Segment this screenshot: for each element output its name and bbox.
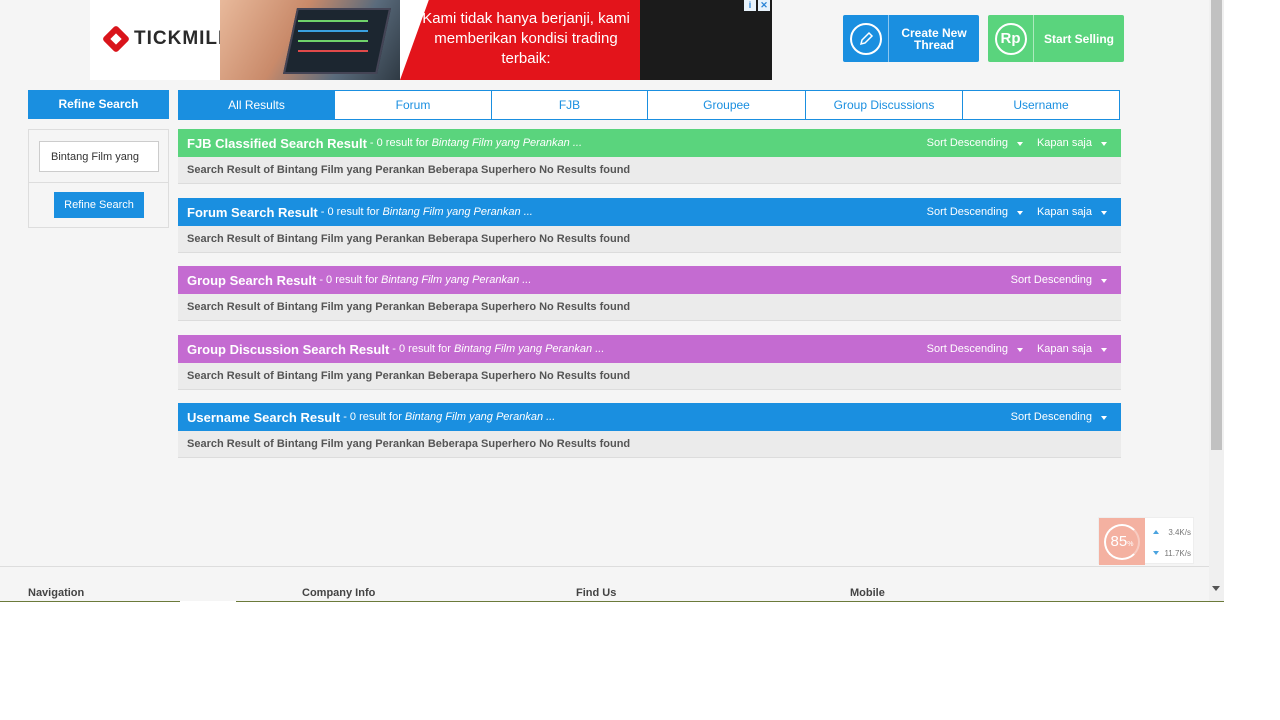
caret-down-icon — [1101, 278, 1107, 283]
tab-username[interactable]: Username — [963, 90, 1120, 120]
group-result-section: Group Search Result - 0 result for Binta… — [178, 266, 1121, 321]
ad-info-icon[interactable]: i — [744, 0, 756, 11]
footer-company-info: Company Info — [302, 587, 376, 599]
footer-mobile: Mobile — [850, 587, 885, 599]
result-count: - 0 result for — [392, 343, 451, 355]
sort-label: Sort Descending — [926, 137, 1008, 149]
cpu-gauge: 85% — [1099, 518, 1145, 565]
refine-search-input[interactable] — [39, 141, 159, 172]
result-count: - 0 result for — [320, 206, 380, 218]
result-title: Group Discussion Search Result — [187, 341, 390, 357]
tab-group-discussions[interactable]: Group Discussions — [806, 90, 963, 120]
result-query: Bintang Film yang Perankan ... — [453, 343, 605, 355]
tab-groupee[interactable]: Groupee — [648, 90, 806, 120]
result-query: Bintang Film yang Perankan ... — [382, 206, 533, 218]
tab-forum[interactable]: Forum — [335, 90, 492, 120]
ad-choices: i ✕ — [744, 0, 770, 11]
caret-down-icon — [1016, 347, 1023, 352]
caret-down-icon — [1101, 210, 1107, 215]
result-query: Bintang Film yang Perankan ... — [431, 137, 583, 149]
create-thread-label: Create New Thread — [901, 25, 967, 52]
result-body: Search Result of Bintang Film yang Peran… — [178, 431, 1121, 458]
refine-search-panel: Refine Search — [28, 129, 169, 228]
time-label: Kapan saja — [1036, 137, 1092, 149]
start-selling-button[interactable]: Rp Start Selling — [988, 15, 1124, 62]
caret-down-icon — [1101, 415, 1107, 420]
start-selling-label: Start Selling — [1043, 31, 1114, 46]
ad-logo: TICKMILL — [101, 24, 231, 54]
refine-search-button[interactable]: Refine Search — [54, 192, 144, 218]
gauge-unit: % — [1127, 541, 1134, 548]
tab-fjb[interactable]: FJB — [492, 90, 648, 120]
page-viewport: TICKMILL Kami tidak hanya berjanji, kami… — [0, 0, 1224, 602]
username-result-section: Username Search Result - 0 result for Bi… — [178, 403, 1121, 458]
group-discussion-result-section: Group Discussion Search Result - 0 resul… — [178, 335, 1121, 390]
ad-photo — [220, 0, 400, 80]
time-label: Kapan saja — [1036, 206, 1092, 218]
footer-find-us: Find Us — [576, 587, 617, 599]
time-label: Kapan saja — [1036, 343, 1092, 355]
result-header: FJB Classified Search Result - 0 result … — [178, 129, 1121, 157]
ad-copy: Kami tidak hanya berjanji, kami memberik… — [422, 10, 630, 67]
time-dropdown[interactable]: Kapan saja — [1037, 206, 1107, 218]
refine-search-title: Refine Search — [28, 90, 169, 119]
footer: Navigation Company Info Find Us Mobile — [0, 566, 1209, 602]
result-count: - 0 result for — [319, 274, 378, 286]
result-query: Bintang Film yang Perankan ... — [404, 411, 556, 423]
caret-down-icon — [1016, 141, 1023, 146]
ad-dark-panel — [640, 0, 772, 80]
scroll-down-arrow-icon[interactable] — [1212, 586, 1220, 591]
result-title: Group Search Result — [187, 272, 317, 288]
time-dropdown[interactable]: Kapan saja — [1037, 137, 1107, 149]
sort-dropdown[interactable]: Sort Descending — [1011, 411, 1107, 423]
result-query: Bintang Film yang Perankan ... — [381, 274, 532, 286]
divider — [29, 182, 168, 183]
network-speed-widget[interactable]: 85% 3.4K/s 11.7K/s — [1098, 517, 1194, 565]
ad-banner[interactable]: TICKMILL Kami tidak hanya berjanji, kami… — [90, 0, 772, 80]
result-title: FJB Classified Search Result — [187, 135, 367, 151]
caret-down-icon — [1101, 347, 1107, 352]
result-body: Search Result of Bintang Film yang Peran… — [178, 157, 1121, 184]
caret-down-icon — [1101, 141, 1107, 146]
viewport-bottom-mark — [180, 601, 236, 603]
caret-down-icon — [1016, 210, 1023, 215]
result-body: Search Result of Bintang Film yang Peran… — [178, 294, 1121, 321]
result-header: Username Search Result - 0 result for Bi… — [178, 403, 1121, 431]
tickmill-logo-icon — [101, 24, 131, 54]
scrollbar-thumb[interactable] — [1211, 0, 1222, 450]
sort-label: Sort Descending — [926, 206, 1008, 218]
forum-result-section: Forum Search Result - 0 result for Binta… — [178, 198, 1121, 253]
rupiah-icon: Rp — [988, 15, 1034, 62]
result-header: Group Search Result - 0 result for Binta… — [178, 266, 1121, 294]
result-tabs: All Results Forum FJB Groupee Group Disc… — [178, 90, 1120, 120]
result-title: Forum Search Result — [187, 204, 318, 220]
footer-navigation: Navigation — [28, 587, 85, 599]
download-speed: 11.7K/s — [1164, 549, 1191, 558]
fjb-result-section: FJB Classified Search Result - 0 result … — [178, 129, 1121, 184]
sort-label: Sort Descending — [926, 343, 1008, 355]
gauge-percent: 85 — [1110, 533, 1128, 550]
sort-dropdown[interactable]: Sort Descending — [927, 137, 1023, 149]
result-body: Search Result of Bintang Film yang Peran… — [178, 226, 1121, 253]
result-count: - 0 result for — [369, 137, 429, 149]
create-thread-button[interactable]: Create New Thread — [843, 15, 979, 62]
sort-dropdown[interactable]: Sort Descending — [1011, 274, 1107, 286]
tab-all-results[interactable]: All Results — [178, 90, 335, 120]
result-header: Forum Search Result - 0 result for Binta… — [178, 198, 1121, 226]
sort-label: Sort Descending — [1010, 274, 1092, 286]
ad-close-icon[interactable]: ✕ — [758, 0, 770, 11]
time-dropdown[interactable]: Kapan saja — [1037, 343, 1107, 355]
result-header: Group Discussion Search Result - 0 resul… — [178, 335, 1121, 363]
result-body: Search Result of Bintang Film yang Peran… — [178, 363, 1121, 390]
sort-dropdown[interactable]: Sort Descending — [927, 206, 1023, 218]
upload-speed: 3.4K/s — [1168, 528, 1191, 537]
result-count: - 0 result for — [343, 411, 402, 423]
vertical-scrollbar[interactable] — [1209, 0, 1224, 602]
ad-brand: TICKMILL — [134, 28, 231, 49]
pencil-icon — [843, 15, 889, 62]
sort-label: Sort Descending — [1010, 411, 1092, 423]
result-title: Username Search Result — [187, 409, 341, 425]
sort-dropdown[interactable]: Sort Descending — [927, 343, 1023, 355]
